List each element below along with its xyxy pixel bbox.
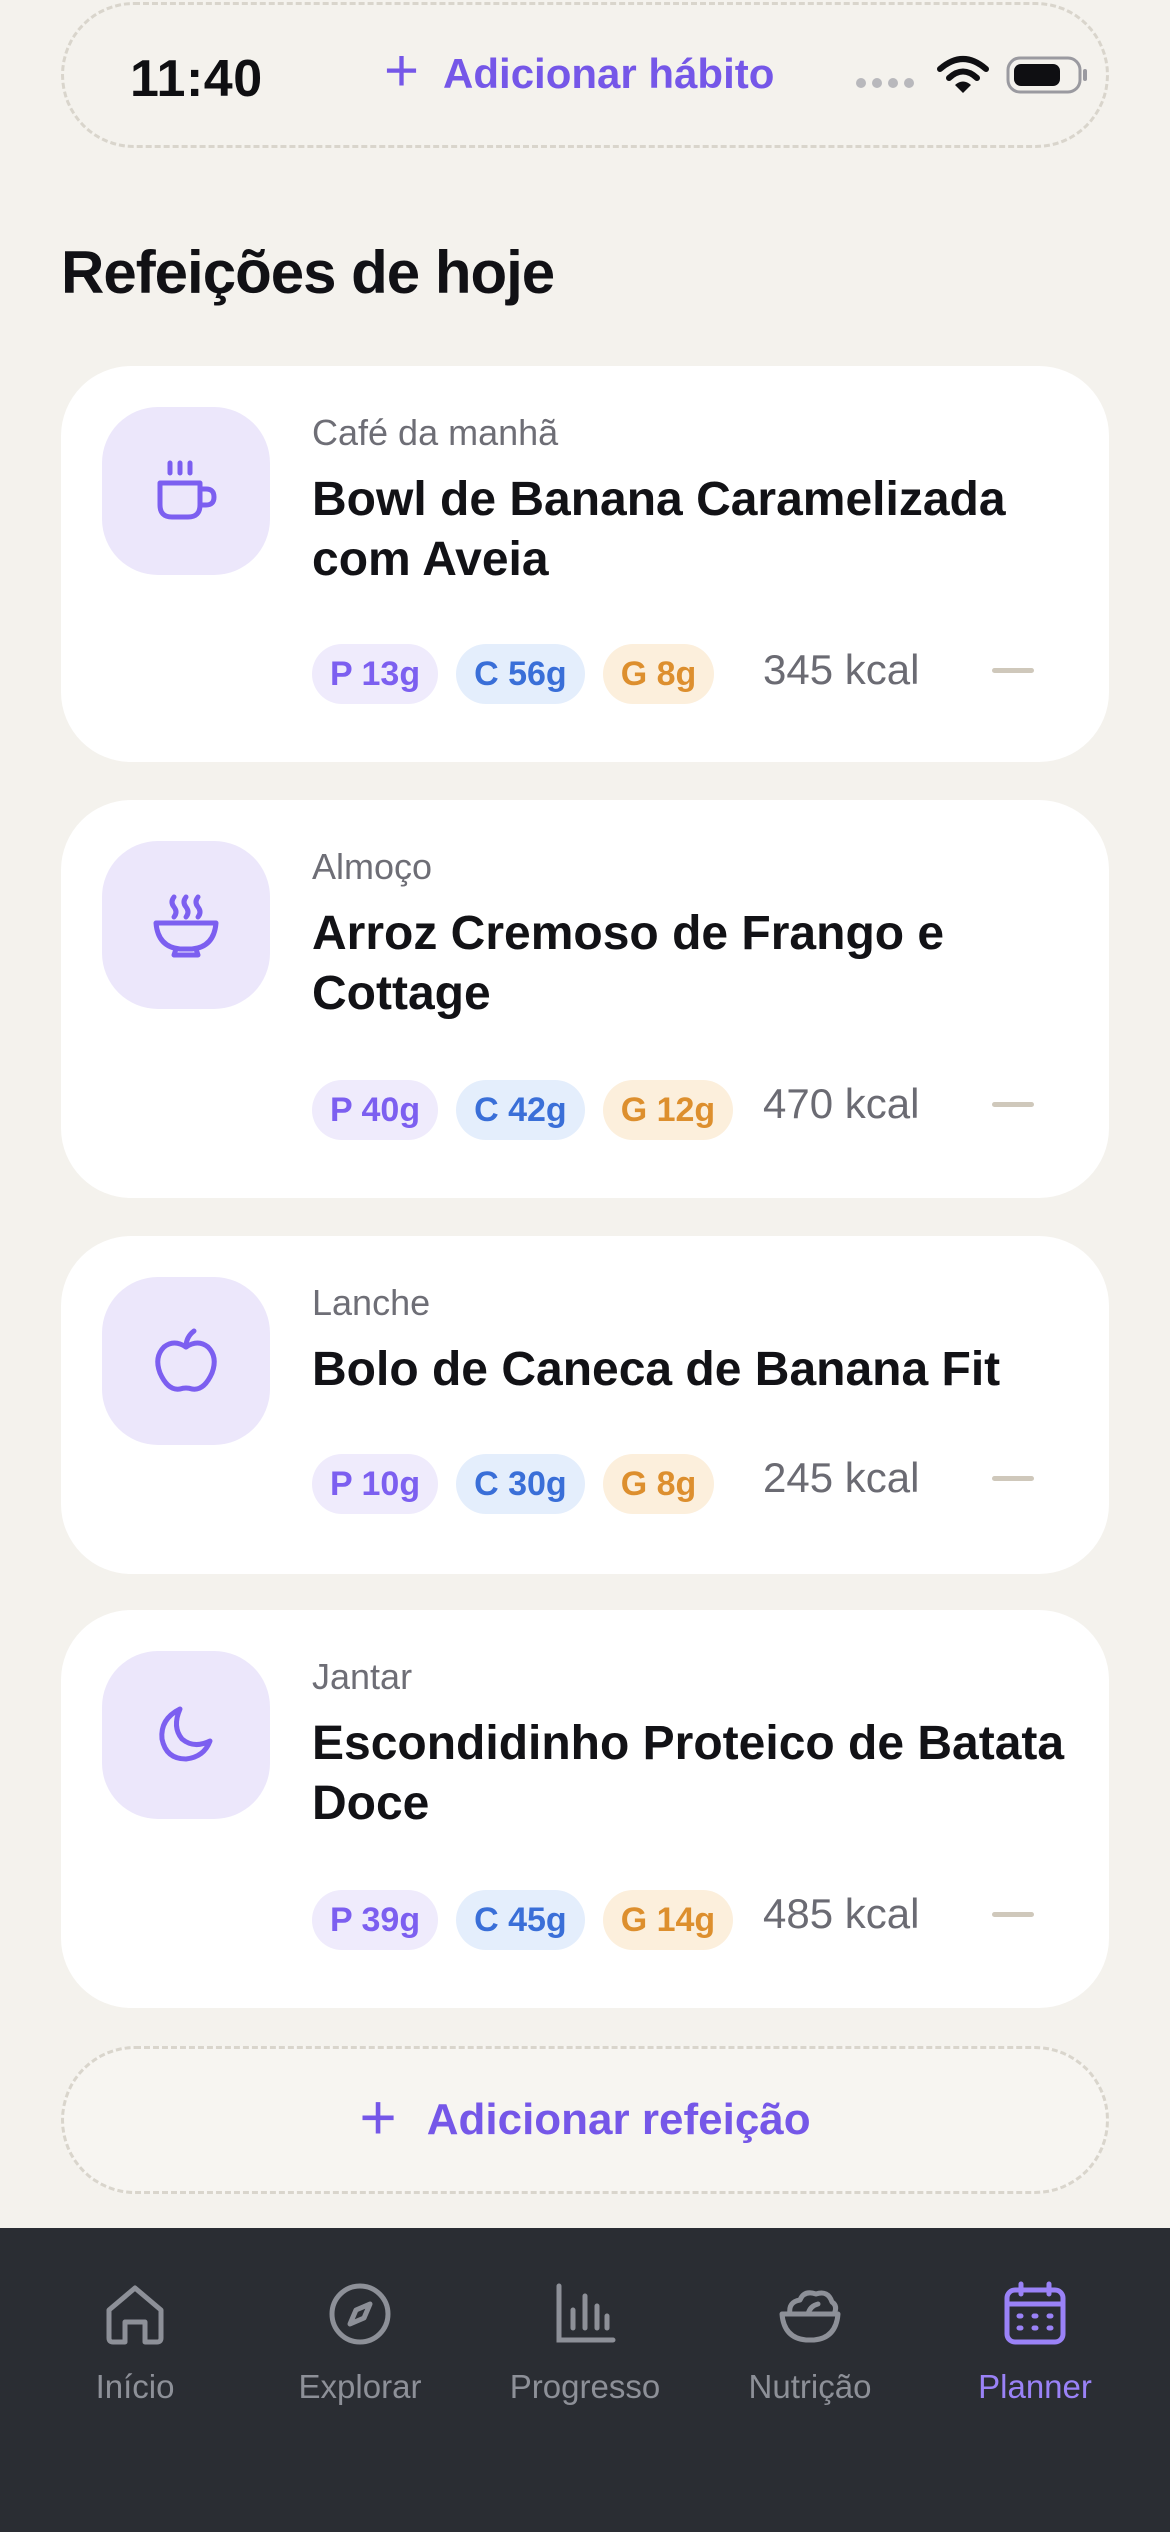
remove-meal-button[interactable] (992, 668, 1034, 673)
meal-type-label: Jantar (312, 1656, 413, 1697)
remove-meal-button[interactable] (992, 1102, 1034, 1107)
moon-icon (159, 1706, 213, 1762)
add-habit-button[interactable]: + Adicionar hábito (384, 41, 775, 101)
apple-icon (155, 1328, 217, 1392)
nav-label: Explorar (298, 2368, 422, 2405)
wifi-icon (937, 56, 989, 93)
signal-dots-icon (856, 78, 914, 88)
bar-chart-icon (556, 2283, 616, 2343)
status-icons (856, 55, 1090, 95)
meal-icon-box (102, 407, 270, 575)
compass-icon (329, 2283, 391, 2345)
bottom-nav: Início Explorar Progresso Nutrição Plann… (0, 2228, 1170, 2532)
add-habit-label: Adicionar hábito (443, 50, 775, 97)
protein-badge: P 10g (312, 1454, 439, 1514)
protein-badge: P 13g (312, 644, 439, 704)
meal-type-label: Café da manhã (312, 412, 559, 453)
nav-item-inicio[interactable]: Início (25, 2278, 245, 2406)
nav-item-progresso[interactable]: Progresso (475, 2278, 695, 2406)
nav-item-planner[interactable]: Planner (925, 2278, 1145, 2406)
nav-label: Progresso (509, 2368, 661, 2405)
carbs-badge: C 45g (456, 1890, 585, 1950)
meal-name: Bolo de Caneca de Banana Fit (312, 1343, 1001, 1396)
meal-type-label: Lanche (312, 1282, 431, 1323)
plus-icon: + (384, 37, 420, 104)
nav-label: Planner (978, 2368, 1092, 2405)
nav-label: Nutrição (748, 2368, 872, 2405)
top-bar: 11:40 + Adicionar hábito (61, 2, 1109, 148)
meal-card-snack[interactable]: Lanche Bolo de Caneca de Banana Fit P 10… (61, 1236, 1109, 1574)
salad-bowl-icon (779, 2290, 841, 2343)
fat-badge: G 8g (602, 1454, 715, 1514)
nav-label: Início (95, 2368, 175, 2405)
nav-item-explorar[interactable]: Explorar (250, 2278, 470, 2406)
macro-tags: P 10g C 30g G 8g (312, 1454, 715, 1514)
nav-item-nutricao[interactable]: Nutrição (700, 2278, 920, 2406)
remove-meal-button[interactable] (992, 1912, 1034, 1917)
kcal-value: 485 kcal (763, 1890, 920, 1937)
coffee-cup-icon (157, 460, 217, 520)
status-time: 11:40 (130, 50, 263, 108)
home-icon (106, 2285, 164, 2345)
battery-icon (1006, 56, 1087, 94)
plus-icon: + (359, 2081, 397, 2153)
meal-name: Bowl de Banana Caramelizada com Aveia (312, 473, 1006, 586)
fat-badge: G 12g (602, 1080, 734, 1140)
soup-bowl-icon (153, 894, 219, 958)
meal-name: Arroz Cremoso de Frango e Cottage (312, 907, 945, 1020)
add-meal-button[interactable]: + Adicionar refeição (61, 2046, 1109, 2194)
meal-card-lunch[interactable]: Almoço Arroz Cremoso de Frango e Cottage… (61, 800, 1109, 1198)
calendar-icon (1004, 2281, 1066, 2345)
kcal-value: 345 kcal (763, 646, 920, 693)
kcal-value: 245 kcal (763, 1454, 920, 1501)
fat-badge: G 14g (602, 1890, 734, 1950)
protein-badge: P 39g (312, 1890, 439, 1950)
meal-card-breakfast[interactable]: Café da manhã Bowl de Banana Caramelizad… (61, 366, 1109, 762)
carbs-badge: C 30g (456, 1454, 585, 1514)
remove-meal-button[interactable] (992, 1476, 1034, 1481)
add-meal-label: Adicionar refeição (426, 2095, 811, 2144)
macro-tags: P 40g C 42g G 12g (312, 1080, 734, 1140)
section-title: Refeições de hoje (61, 239, 555, 306)
kcal-value: 470 kcal (763, 1080, 920, 1127)
fat-badge: G 8g (602, 644, 715, 704)
macro-tags: P 39g C 45g G 14g (312, 1890, 734, 1950)
meal-type-label: Almoço (312, 846, 433, 887)
meal-card-dinner[interactable]: Jantar Escondidinho Proteico de Batata D… (61, 1610, 1109, 2008)
protein-badge: P 40g (312, 1080, 439, 1140)
meal-icon-box (102, 841, 270, 1009)
meal-icon-box (102, 1277, 270, 1445)
macro-tags: P 13g C 56g G 8g (312, 644, 715, 704)
meal-icon-box (102, 1651, 270, 1819)
meal-name: Escondidinho Proteico de Batata Doce (312, 1717, 1065, 1830)
carbs-badge: C 42g (456, 1080, 585, 1140)
carbs-badge: C 56g (456, 644, 585, 704)
